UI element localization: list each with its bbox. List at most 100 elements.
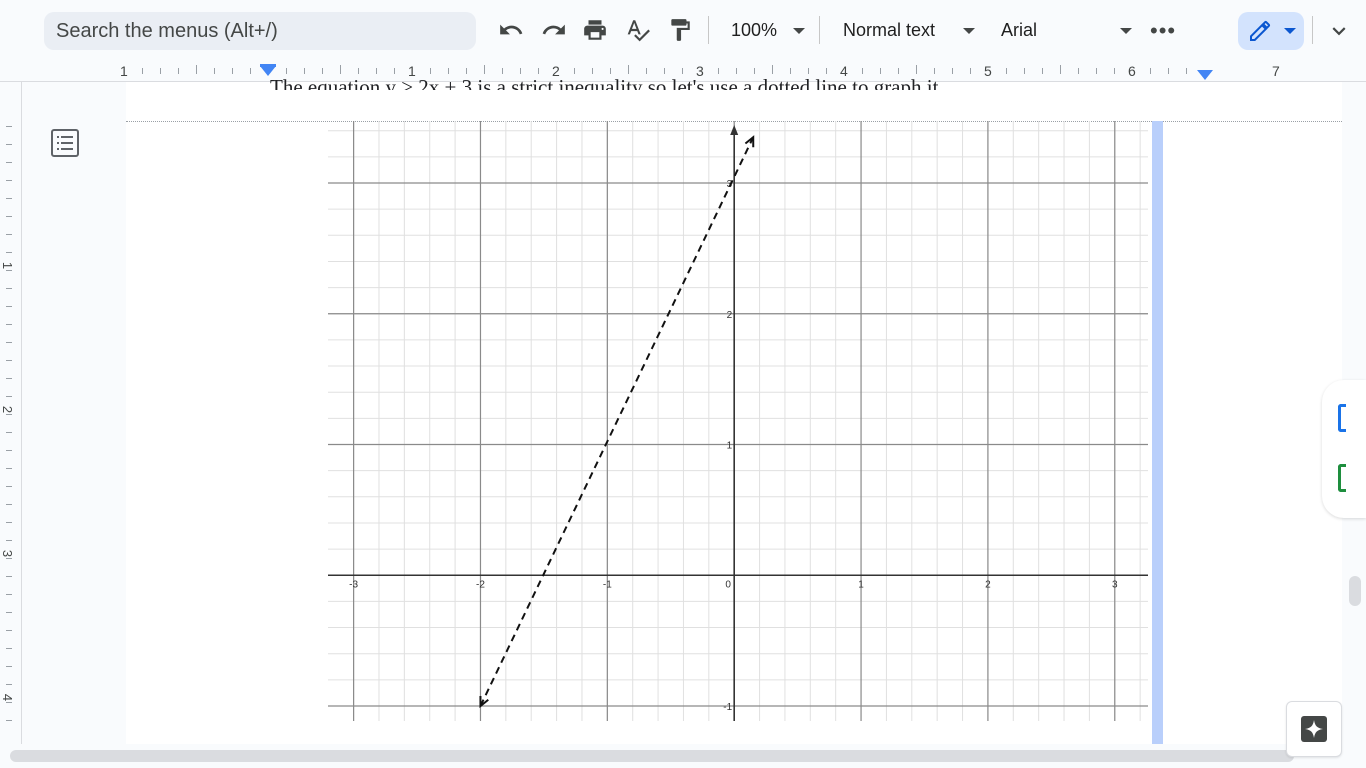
ruler-label: 6 bbox=[1128, 63, 1136, 79]
ruler-tick bbox=[1186, 68, 1187, 74]
vertical-ruler-tick bbox=[6, 162, 12, 163]
vertical-ruler-tick bbox=[6, 630, 12, 631]
more-options-icon[interactable]: ••• bbox=[1150, 18, 1176, 44]
vertical-scrollbar[interactable] bbox=[1349, 576, 1361, 606]
ruler-tick bbox=[250, 68, 251, 74]
font-select[interactable]: Arial bbox=[1001, 20, 1037, 41]
undo-icon[interactable] bbox=[495, 14, 527, 46]
gemini-sparkle-icon bbox=[1301, 716, 1327, 742]
ruler-label: 1 bbox=[120, 63, 128, 79]
vertical-ruler-tick bbox=[6, 666, 12, 667]
y-axis-arrowhead bbox=[730, 125, 739, 135]
vertical-ruler-tick bbox=[6, 288, 12, 289]
vertical-ruler-tick bbox=[6, 324, 12, 325]
x-tick-label: -2 bbox=[476, 579, 485, 590]
vertical-ruler-tick bbox=[6, 702, 12, 703]
paint-format-icon[interactable] bbox=[664, 14, 696, 46]
search-menus-placeholder: Search the menus (Alt+/) bbox=[56, 19, 278, 42]
vertical-ruler-tick bbox=[6, 468, 12, 469]
ruler-tick bbox=[214, 68, 215, 74]
y-tick-label: 1 bbox=[727, 441, 733, 452]
x-tick-label: 3 bbox=[1112, 579, 1118, 590]
toolbar-divider bbox=[819, 16, 820, 44]
toolbar: Search the menus (Alt+/) 100% Normal tex… bbox=[0, 0, 1366, 60]
vertical-ruler-tick bbox=[6, 486, 12, 487]
vertical-ruler-label: 2 bbox=[0, 405, 16, 414]
zoom-dropdown-icon[interactable] bbox=[793, 28, 805, 34]
document-outline-icon[interactable] bbox=[50, 128, 80, 158]
vertical-ruler-tick bbox=[6, 414, 12, 415]
search-menus-input[interactable]: Search the menus (Alt+/) bbox=[44, 12, 476, 50]
vertical-ruler-tick bbox=[6, 306, 12, 307]
vertical-ruler-tick bbox=[6, 396, 12, 397]
print-icon[interactable] bbox=[579, 14, 611, 46]
document-text-cutoff[interactable]: The equation y > 2x + 3 is a strict ineq… bbox=[270, 70, 944, 90]
ruler-tick bbox=[952, 68, 953, 74]
vertical-ruler-tick bbox=[6, 378, 12, 379]
vertical-ruler-label: 3 bbox=[0, 549, 16, 558]
vertical-ruler-tick bbox=[6, 342, 12, 343]
right-indent-marker[interactable] bbox=[1197, 70, 1213, 80]
x-tick-label: 2 bbox=[985, 579, 991, 590]
editing-mode-caret-icon bbox=[1284, 28, 1296, 34]
vertical-ruler-label: 4 bbox=[0, 693, 16, 702]
ruler-tick bbox=[1042, 68, 1043, 74]
style-select[interactable]: Normal text bbox=[843, 20, 935, 41]
meet-icon[interactable] bbox=[1338, 464, 1346, 492]
vertical-ruler-tick bbox=[6, 432, 12, 433]
chevron-down-icon[interactable] bbox=[1326, 18, 1352, 44]
boundary-line bbox=[479, 136, 755, 707]
ruler-label: 7 bbox=[1272, 63, 1280, 79]
x-tick-label: 1 bbox=[858, 579, 864, 590]
graph-image[interactable]: -3 -2 -1 0 1 2 3-1123 bbox=[326, 121, 1152, 744]
vertical-ruler-tick bbox=[6, 270, 12, 271]
pencil-icon bbox=[1250, 21, 1270, 41]
vertical-ruler-tick bbox=[6, 504, 12, 505]
comment-icon[interactable] bbox=[1338, 404, 1346, 432]
ruler-tick bbox=[160, 68, 161, 74]
vertical-ruler-tick bbox=[6, 450, 12, 451]
font-dropdown-icon[interactable] bbox=[1120, 28, 1132, 34]
zoom-select[interactable]: 100% bbox=[731, 20, 777, 41]
vertical-ruler-label: 1 bbox=[0, 261, 16, 270]
vertical-ruler-tick bbox=[6, 180, 12, 181]
x-tick-label: -1 bbox=[603, 579, 612, 590]
y-tick-label: -1 bbox=[723, 702, 732, 713]
vertical-ruler-tick bbox=[6, 684, 12, 685]
vertical-ruler-tick bbox=[6, 594, 12, 595]
vertical-ruler-tick bbox=[6, 612, 12, 613]
vertical-ruler-tick bbox=[6, 540, 12, 541]
toolbar-divider bbox=[708, 16, 709, 44]
spellcheck-icon[interactable] bbox=[622, 14, 654, 46]
ruler-tick bbox=[1024, 68, 1025, 74]
ruler-tick bbox=[1096, 68, 1097, 74]
line-arrowhead-bottom bbox=[479, 695, 489, 709]
style-dropdown-icon[interactable] bbox=[963, 28, 975, 34]
line-arrowhead-top bbox=[744, 135, 755, 148]
ruler-tick bbox=[1168, 68, 1169, 74]
ask-gemini-button[interactable] bbox=[1286, 701, 1342, 757]
x-tick-label: -3 bbox=[349, 579, 358, 590]
ruler-tick bbox=[1114, 68, 1115, 74]
vertical-ruler-tick bbox=[6, 144, 12, 145]
image-selection-handle[interactable] bbox=[1152, 121, 1163, 744]
vertical-ruler-tick bbox=[6, 234, 12, 235]
vertical-ruler-tick bbox=[6, 522, 12, 523]
vertical-ruler-tick bbox=[6, 198, 12, 199]
first-line-indent-marker[interactable] bbox=[260, 64, 276, 67]
ruler-tick bbox=[970, 68, 971, 74]
redo-icon[interactable] bbox=[538, 14, 570, 46]
ruler-tick bbox=[232, 68, 233, 74]
vertical-ruler-tick bbox=[6, 558, 12, 559]
side-panel bbox=[1322, 380, 1366, 518]
editing-mode-button[interactable] bbox=[1238, 12, 1304, 50]
ruler-tick bbox=[1060, 65, 1061, 74]
ruler-tick bbox=[178, 68, 179, 74]
vertical-ruler-tick bbox=[6, 216, 12, 217]
ruler-tick bbox=[142, 68, 143, 74]
vertical-ruler[interactable]: 1 2 3 4 bbox=[0, 82, 22, 744]
vertical-ruler-tick bbox=[6, 126, 12, 127]
ruler-tick bbox=[1150, 68, 1151, 74]
x-tick-label: 0 bbox=[725, 579, 731, 590]
horizontal-scrollbar[interactable] bbox=[10, 750, 1294, 762]
